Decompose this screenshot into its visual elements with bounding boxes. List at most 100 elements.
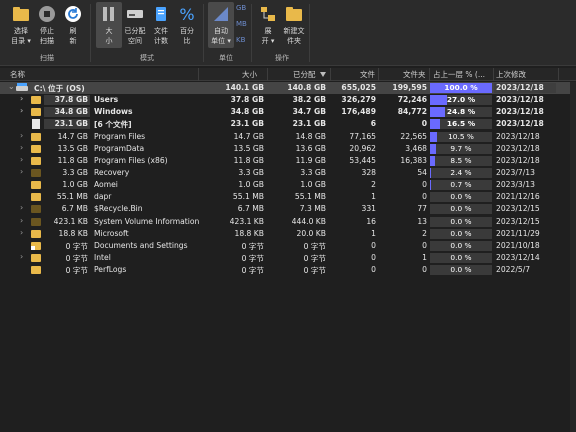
column-divider[interactable] bbox=[378, 68, 379, 81]
folders-cell: 13 bbox=[417, 216, 427, 226]
file-stack-icon bbox=[156, 7, 166, 21]
percent-button[interactable]: % 百分 比 bbox=[174, 2, 200, 48]
table-row[interactable]: 1.0 GB Aomei 1.0 GB 1.0 GB 2 0 0.7 % 202… bbox=[0, 179, 576, 191]
files-cell: 16 bbox=[366, 216, 376, 226]
table-row[interactable]: › 13.5 GB ProgramData 13.5 GB 13.6 GB 20… bbox=[0, 143, 576, 155]
table-row[interactable]: › 3.3 GB Recovery 3.3 GB 3.3 GB 328 54 2… bbox=[0, 167, 576, 179]
new-folder-button[interactable]: 新建文 件夹 bbox=[281, 2, 307, 48]
percent-value: 0.0 % bbox=[450, 216, 472, 226]
column-divider[interactable] bbox=[198, 68, 199, 81]
percent-value: 10.5 % bbox=[448, 131, 474, 141]
percent-bar: 10.5 % bbox=[430, 131, 492, 142]
allocated-cell: 13.6 GB bbox=[295, 143, 326, 153]
col-header-files[interactable]: 文件 bbox=[360, 69, 375, 80]
table-row[interactable]: 55.1 MB dapr 55.1 MB 55.1 MB 1 0 0.0 % 2… bbox=[0, 191, 576, 203]
table-row[interactable]: › 14.7 GB Program Files 14.7 GB 14.8 GB … bbox=[0, 131, 576, 143]
table-row[interactable]: › 37.8 GB Users 37.8 GB 38.2 GB 326,279 … bbox=[0, 94, 576, 106]
table-row[interactable]: 23.1 GB [6 个文件] 23.1 GB 23.1 GB 6 0 16.5… bbox=[0, 118, 576, 130]
expand-chevron-icon[interactable]: › bbox=[20, 228, 23, 237]
table-row[interactable]: › 423.1 KB System Volume Information 423… bbox=[0, 216, 576, 228]
table-row[interactable]: › 18.8 KB Microsoft 18.8 KB 20.0 KB 1 2 … bbox=[0, 228, 576, 240]
files-cell: 53,445 bbox=[349, 155, 376, 165]
column-divider[interactable] bbox=[558, 68, 559, 81]
expand-chevron-icon[interactable]: › bbox=[20, 203, 23, 212]
column-divider[interactable] bbox=[330, 68, 331, 81]
expand-chevron-icon[interactable]: › bbox=[20, 167, 23, 176]
tree-expand-icon bbox=[261, 7, 275, 21]
modified-cell: 2023/12/18 bbox=[496, 107, 544, 117]
allocated-cell: 3.3 GB bbox=[300, 167, 326, 177]
scrollbar[interactable] bbox=[570, 82, 576, 432]
file-icon bbox=[32, 119, 40, 130]
sort-desc-icon bbox=[320, 72, 326, 77]
stop-icon bbox=[39, 6, 55, 22]
table-row[interactable]: › 11.8 GB Program Files (x86) 11.8 GB 11… bbox=[0, 155, 576, 167]
column-divider[interactable] bbox=[493, 68, 494, 81]
folder-icon bbox=[31, 108, 41, 117]
table-row[interactable]: › 6.7 MB $Recycle.Bin 6.7 MB 7.3 MB 331 … bbox=[0, 203, 576, 215]
percent-bar: 0.0 % bbox=[430, 240, 492, 251]
item-name: dapr bbox=[94, 192, 112, 202]
expand-chevron-icon[interactable]: › bbox=[20, 155, 23, 164]
files-cell: 655,025 bbox=[341, 83, 376, 92]
folders-cell: 3,468 bbox=[405, 143, 427, 153]
size-cell: 13.5 GB bbox=[233, 143, 264, 153]
table-row[interactable]: 0 字节 PerfLogs 0 字节 0 字节 0 0 0.0 % 2022/5… bbox=[0, 264, 576, 276]
collapse-chevron-icon[interactable]: ⌄ bbox=[8, 82, 15, 91]
unit-gb-button[interactable]: GB bbox=[236, 4, 246, 12]
folders-cell: 199,595 bbox=[392, 83, 427, 92]
col-header-size[interactable]: 大小 bbox=[242, 69, 257, 80]
unit-kb-button[interactable]: KB bbox=[236, 36, 245, 44]
folders-cell: 54 bbox=[417, 167, 427, 177]
ribbon: 选择 目录 ▾ 停止 扫描 刷 新 扫描 大 小 已分配 空间 文件 计数 % … bbox=[0, 0, 576, 66]
new-folder-icon bbox=[286, 7, 302, 21]
size-cell: 18.8 KB bbox=[234, 228, 264, 238]
folders-cell: 0 bbox=[422, 265, 427, 275]
folders-cell: 22,565 bbox=[400, 131, 427, 141]
table-row[interactable]: ⌄ C:\ 位于 (OS) 140.1 GB 140.8 GB 655,025 … bbox=[0, 82, 576, 95]
size-cell: 55.1 MB bbox=[232, 192, 264, 202]
group-label-ops: 操作 bbox=[275, 54, 289, 62]
unit-mb-button[interactable]: MB bbox=[236, 20, 247, 28]
expand-chevron-icon[interactable]: › bbox=[20, 131, 23, 140]
folder-icon bbox=[31, 266, 41, 275]
folder-icon bbox=[31, 132, 41, 141]
column-divider[interactable] bbox=[429, 68, 430, 81]
table-row[interactable]: 0 字节 Documents and Settings 0 字节 0 字节 0 … bbox=[0, 240, 576, 252]
col-header-alloc[interactable]: 已分配 bbox=[293, 69, 316, 80]
size-cell: 14.7 GB bbox=[233, 131, 264, 141]
col-header-percent[interactable]: 占上一层 % (... bbox=[433, 69, 485, 80]
refresh-icon bbox=[65, 6, 81, 22]
column-divider[interactable] bbox=[267, 68, 268, 81]
modified-cell: 2023/3/13 bbox=[496, 180, 535, 190]
col-header-modified[interactable]: 上次修改 bbox=[496, 69, 526, 80]
ribbon-separator bbox=[90, 4, 91, 62]
files-cell: 1 bbox=[371, 192, 376, 202]
folders-cell: 0 bbox=[422, 240, 427, 250]
size-cell: 3.3 GB bbox=[238, 167, 264, 177]
expand-chevron-icon[interactable]: › bbox=[20, 106, 23, 115]
allocated-cell: 14.8 GB bbox=[295, 131, 326, 141]
col-header-name[interactable]: 名称 bbox=[10, 69, 25, 80]
table-row[interactable]: › 0 字节 Intel 0 字节 0 字节 0 1 0.0 % 2023/12… bbox=[0, 252, 576, 264]
modified-cell: 2023/12/18 bbox=[496, 131, 540, 141]
expand-chevron-icon[interactable]: › bbox=[20, 216, 23, 225]
allocated-cell: 55.1 MB bbox=[294, 192, 326, 202]
expand-chevron-icon[interactable]: › bbox=[20, 94, 23, 103]
col-header-folders[interactable]: 文件夹 bbox=[403, 69, 426, 80]
expand-chevron-icon[interactable]: › bbox=[20, 143, 23, 152]
files-cell: 77,165 bbox=[349, 131, 376, 141]
modified-cell: 2023/12/15 bbox=[496, 204, 540, 214]
refresh-button[interactable]: 刷 新 bbox=[60, 2, 86, 48]
files-cell: 20,962 bbox=[349, 143, 376, 153]
column-header-row: 名称 大小 已分配 文件 文件夹 占上一层 % (... 上次修改 bbox=[0, 68, 576, 81]
expand-chevron-icon[interactable]: › bbox=[20, 252, 23, 261]
auto-unit-button[interactable]: 自动 单位 ▾ bbox=[208, 2, 234, 48]
percent-bar: 24.8 % bbox=[430, 107, 492, 118]
percent-bar: 0.0 % bbox=[430, 192, 492, 203]
percent-bar: 16.5 % bbox=[430, 119, 492, 130]
percent-value: 0.0 % bbox=[450, 252, 472, 262]
inline-size: 34.8 GB bbox=[54, 107, 88, 117]
table-row[interactable]: › 34.8 GB Windows 34.8 GB 34.7 GB 176,48… bbox=[0, 106, 576, 118]
item-name: Windows bbox=[94, 107, 133, 117]
